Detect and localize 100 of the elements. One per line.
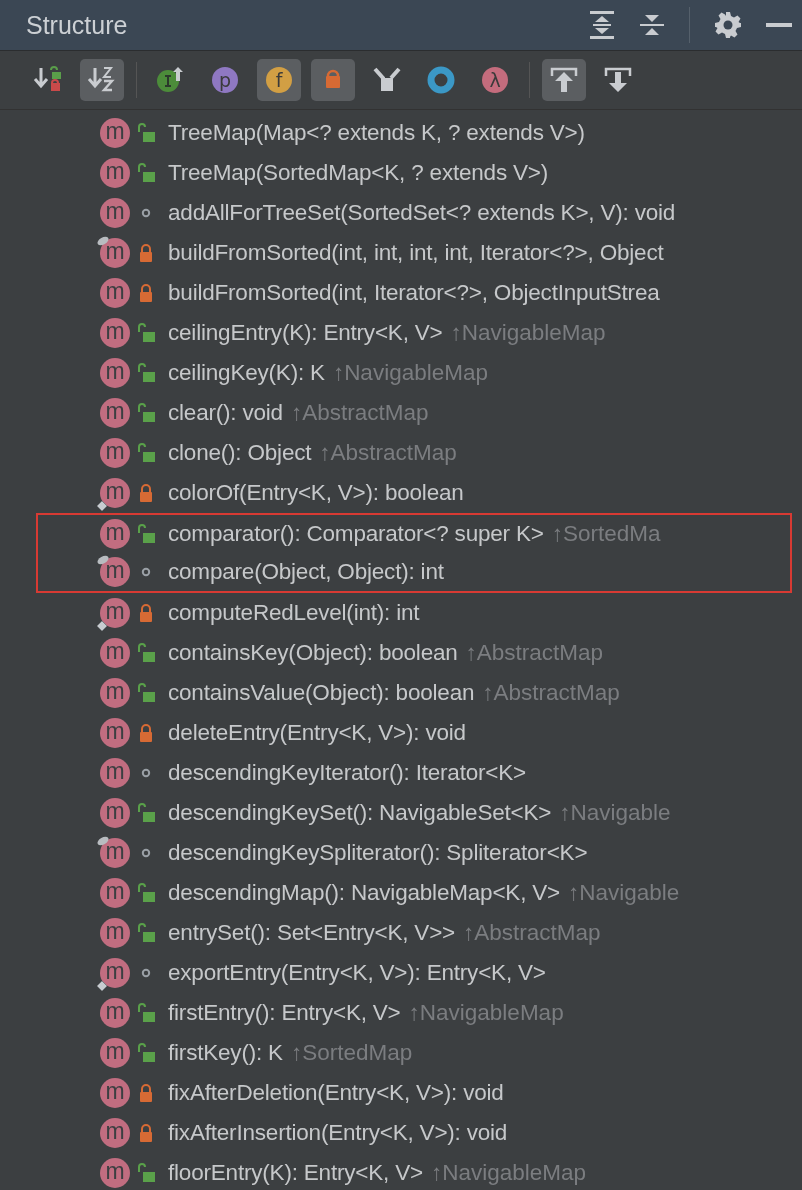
unlocked-lock-icon <box>137 443 155 463</box>
lock-icon <box>139 484 153 502</box>
method-icon: m <box>100 998 130 1028</box>
inherited-from-label: ↑AbstractMap <box>463 920 601 946</box>
method-icon: m <box>100 1158 130 1188</box>
inherited-from-label: ↑NavigableMap <box>408 1000 564 1026</box>
inherited-from-label: ↑NavigableMap <box>430 1160 586 1186</box>
method-signature[interactable]: firstEntry(): Entry<K, V> <box>168 1000 401 1026</box>
dot-icon <box>141 567 151 577</box>
method-signature[interactable]: ceilingEntry(K): Entry<K, V> <box>168 320 443 346</box>
inherited-from-label: ↑SortedMap <box>290 1040 413 1066</box>
unlocked-lock-icon <box>137 1003 155 1023</box>
expand-all-icon[interactable] <box>589 10 615 40</box>
settings-icon[interactable] <box>714 11 742 39</box>
inherited-from-label: ↑NavigableMap <box>450 320 606 346</box>
method-icon: m <box>100 557 130 587</box>
method-icon: m <box>100 158 130 188</box>
inherited-from-label: ↑AbstractMap <box>482 680 620 706</box>
method-icon: m <box>100 758 130 788</box>
method-signature[interactable]: firstKey(): K <box>168 1040 283 1066</box>
unlocked-lock-icon <box>137 803 155 823</box>
properties-icon[interactable] <box>209 64 241 96</box>
method-signature[interactable]: buildFromSorted(int, int, int, int, Iterator<?>, Object <box>168 240 664 266</box>
method-icon: m <box>100 718 130 748</box>
method-signature[interactable]: descendingMap(): NavigableMap<K, V> <box>168 880 560 906</box>
method-signature[interactable]: addAllForTreeSet(SortedSet<? extends K>, V): void <box>168 200 676 226</box>
method-icon: m <box>100 838 130 868</box>
method-icon: m <box>100 1038 130 1068</box>
method-signature[interactable]: clone(): Object <box>168 440 312 466</box>
lock-toggle[interactable] <box>311 59 355 101</box>
method-icon: m <box>100 878 130 908</box>
lambda-icon[interactable] <box>479 64 511 96</box>
method-signature[interactable]: comparator(): Comparator<? super K> <box>168 521 544 547</box>
method-icon: m <box>100 318 130 348</box>
method-icon: m <box>100 1078 130 1108</box>
unlocked-lock-icon <box>137 123 155 143</box>
method-signature[interactable]: buildFromSorted(int, Iterator<?>, ObjectInputStrea <box>168 280 660 306</box>
unlocked-lock-icon <box>137 323 155 343</box>
method-icon: m <box>100 678 130 708</box>
method-signature[interactable]: exportEntry(Entry<K, V>): Entry<K, V> <box>168 960 546 986</box>
method-signature[interactable]: deleteEntry(Entry<K, V>): void <box>168 720 466 746</box>
method-signature[interactable]: descendingKeySet(): NavigableSet<K> <box>168 800 552 826</box>
panel-title: Structure <box>26 10 129 40</box>
lock-icon <box>139 724 153 742</box>
scroll-to-source-toggle[interactable] <box>542 59 586 101</box>
method-signature[interactable]: fixAfterDeletion(Entry<K, V>): void <box>168 1080 504 1106</box>
lock-icon <box>139 1124 153 1142</box>
method-icon: m <box>100 958 130 988</box>
method-signature[interactable]: descendingKeyIterator(): Iterator<K> <box>168 760 526 786</box>
method-signature[interactable]: colorOf(Entry<K, V>): boolean <box>168 480 464 506</box>
method-icon: m <box>100 598 130 628</box>
method-icon: m <box>100 798 130 828</box>
inherited-from-label: ↑AbstractMap <box>290 400 429 426</box>
unlocked-lock-icon <box>137 403 155 423</box>
inherited-from-label: ↑NavigableMap <box>332 360 488 386</box>
sort-alphabetically-toggle[interactable] <box>80 59 124 101</box>
lock-icon <box>139 604 153 622</box>
method-signature[interactable]: clear(): void <box>168 400 283 426</box>
inherited-from-label: ↑Navigable <box>559 800 671 826</box>
method-signature[interactable]: containsValue(Object): boolean <box>168 680 475 706</box>
method-icon: m <box>100 198 130 228</box>
method-icon: m <box>100 1118 130 1148</box>
inherited-from-label: ↑SortedMa <box>551 521 661 547</box>
inherited-from-label: ↑AbstractMap <box>465 640 604 666</box>
method-icon: m <box>100 398 130 428</box>
unlocked-lock-icon <box>137 923 155 943</box>
unlocked-lock-icon <box>137 683 155 703</box>
method-signature[interactable]: fixAfterInsertion(Entry<K, V>): void <box>168 1120 508 1146</box>
method-signature[interactable]: descendingKeySpliterator(): Spliterator<K> <box>168 840 588 866</box>
unlocked-lock-icon <box>137 1163 155 1183</box>
method-icon: m <box>100 438 130 468</box>
method-icon: m <box>100 478 130 508</box>
unlocked-lock-icon <box>137 163 155 183</box>
fields-icon[interactable] <box>263 64 295 96</box>
method-signature[interactable]: containsKey(Object): boolean <box>168 640 458 666</box>
lock-icon <box>139 1084 153 1102</box>
inherited-from-label: ↑AbstractMap <box>319 440 457 466</box>
method-signature[interactable]: TreeMap(Map<? extends K, ? extends V>) <box>168 120 585 146</box>
method-icon: m <box>100 358 130 388</box>
lock-icon <box>139 244 153 262</box>
ring-icon[interactable] <box>425 64 457 96</box>
method-icon: m <box>100 918 130 948</box>
dot-icon <box>141 208 151 218</box>
method-signature[interactable]: floorEntry(K): Entry<K, V> <box>168 1160 423 1186</box>
method-signature[interactable]: ceilingKey(K): K <box>168 360 325 386</box>
lock-icon <box>139 284 153 302</box>
inherited-from-label: ↑Navigable <box>568 880 680 906</box>
unlocked-lock-icon <box>137 363 155 383</box>
method-signature[interactable]: compare(Object, Object): int <box>168 559 444 585</box>
unlocked-lock-icon <box>137 524 155 544</box>
method-signature[interactable]: TreeMap(SortedMap<K, ? extends V>) <box>168 160 549 186</box>
method-icon: m <box>100 519 130 549</box>
unlocked-lock-icon <box>137 1043 155 1063</box>
method-icon: m <box>100 118 130 148</box>
dot-icon <box>141 768 151 778</box>
fields-toggle[interactable]: f <box>257 59 301 101</box>
method-signature[interactable]: computeRedLevel(int): int <box>168 600 420 626</box>
method-icon: m <box>100 238 130 268</box>
dot-icon <box>141 968 151 978</box>
method-signature[interactable]: entrySet(): Set<Entry<K, V>> <box>168 920 456 946</box>
